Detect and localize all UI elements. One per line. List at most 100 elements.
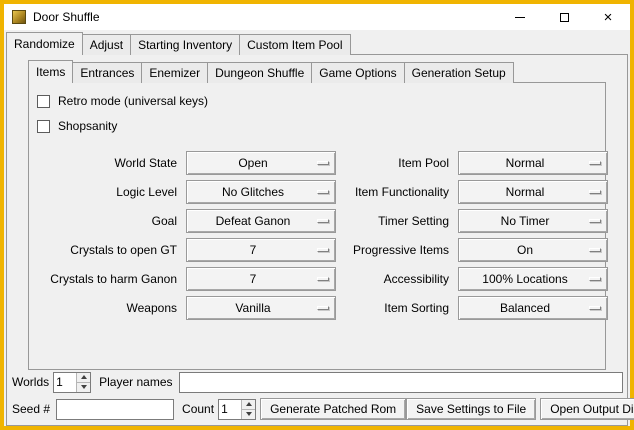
logic-level-label: Logic Level: [37, 180, 177, 204]
count-input[interactable]: [219, 400, 241, 419]
crystals-harm-ganon-value: 7: [250, 272, 257, 286]
dropdown-indicator-icon: [589, 248, 601, 252]
generate-patched-rom-button[interactable]: Generate Patched Rom: [260, 398, 406, 420]
count-decrement-button[interactable]: [242, 409, 255, 419]
tab-dungeon-shuffle[interactable]: Dungeon Shuffle: [207, 62, 312, 83]
worlds-label: Worlds: [12, 375, 49, 389]
items-pane: Retro mode (universal keys) Shopsanity W…: [28, 82, 606, 370]
worlds-spinbox[interactable]: [53, 372, 91, 393]
item-pool-value: Normal: [506, 156, 545, 170]
dropdown-indicator-icon: [317, 190, 329, 194]
accessibility-dropdown[interactable]: 100% Locations: [458, 267, 608, 291]
shopsanity-checkbox-box[interactable]: [37, 120, 50, 133]
dropdown-indicator-icon: [317, 248, 329, 252]
dropdown-indicator-icon: [589, 219, 601, 223]
item-sorting-value: Balanced: [500, 301, 550, 315]
retro-mode-label: Retro mode (universal keys): [58, 94, 208, 108]
tab-randomize[interactable]: Randomize: [6, 32, 83, 55]
dropdown-indicator-icon: [317, 306, 329, 310]
tab-enemizer[interactable]: Enemizer: [141, 62, 208, 83]
minimize-button[interactable]: [498, 4, 542, 30]
accessibility-label: Accessibility: [345, 267, 449, 291]
up-arrow-icon: [246, 402, 252, 406]
weapons-dropdown[interactable]: Vanilla: [186, 296, 336, 320]
crystals-open-gt-dropdown[interactable]: 7: [186, 238, 336, 262]
option-grid: World State Open Item Pool Normal Logic …: [37, 151, 599, 320]
dropdown-indicator-icon: [317, 277, 329, 281]
count-spinbox[interactable]: [218, 399, 256, 420]
retro-mode-checkbox-box[interactable]: [37, 95, 50, 108]
weapons-label: Weapons: [37, 296, 177, 320]
player-names-label: Player names: [99, 375, 172, 389]
worlds-increment-button[interactable]: [77, 373, 90, 382]
goal-dropdown[interactable]: Defeat Ganon: [186, 209, 336, 233]
tab-items[interactable]: Items: [28, 60, 73, 83]
tab-custom-item-pool[interactable]: Custom Item Pool: [239, 34, 350, 55]
minimize-icon: [515, 17, 525, 18]
tab-starting-inventory[interactable]: Starting Inventory: [130, 34, 240, 55]
dropdown-indicator-icon: [317, 219, 329, 223]
checkbox-shopsanity[interactable]: Shopsanity: [37, 117, 599, 135]
checkbox-retro-mode[interactable]: Retro mode (universal keys): [37, 92, 599, 110]
window-title: Door Shuffle: [33, 10, 100, 24]
item-functionality-dropdown[interactable]: Normal: [458, 180, 608, 204]
dropdown-indicator-icon: [589, 190, 601, 194]
crystals-open-gt-value: 7: [250, 243, 257, 257]
item-functionality-value: Normal: [506, 185, 545, 199]
accessibility-value: 100% Locations: [482, 272, 567, 286]
world-state-dropdown[interactable]: Open: [186, 151, 336, 175]
bottom-row-1: Worlds Player names: [12, 371, 623, 393]
count-increment-button[interactable]: [242, 400, 255, 409]
close-button[interactable]: ×: [586, 4, 630, 30]
player-names-input[interactable]: [179, 372, 624, 393]
progressive-items-dropdown[interactable]: On: [458, 238, 608, 262]
titlebar[interactable]: Door Shuffle ×: [4, 4, 630, 30]
crystals-harm-ganon-label: Crystals to harm Ganon: [37, 267, 177, 291]
seed-input[interactable]: [56, 399, 174, 420]
item-functionality-label: Item Functionality: [345, 180, 449, 204]
goal-label: Goal: [37, 209, 177, 233]
tab-generation-setup[interactable]: Generation Setup: [404, 62, 514, 83]
down-arrow-icon: [81, 385, 87, 389]
item-sorting-label: Item Sorting: [345, 296, 449, 320]
dropdown-indicator-icon: [589, 161, 601, 165]
randomize-pane: Items Entrances Enemizer Dungeon Shuffle…: [6, 54, 628, 426]
outer-tab-bar: Randomize Adjust Starting Inventory Cust…: [6, 32, 628, 55]
item-pool-dropdown[interactable]: Normal: [458, 151, 608, 175]
worlds-decrement-button[interactable]: [77, 382, 90, 392]
timer-setting-value: No Timer: [501, 214, 550, 228]
dropdown-indicator-icon: [317, 161, 329, 165]
timer-setting-dropdown[interactable]: No Timer: [458, 209, 608, 233]
weapons-value: Vanilla: [235, 301, 270, 315]
tab-adjust[interactable]: Adjust: [82, 34, 131, 55]
bottom-bar: Worlds Player names Seed # Count: [7, 371, 627, 425]
logic-level-dropdown[interactable]: No Glitches: [186, 180, 336, 204]
inner-tab-bar: Items Entrances Enemizer Dungeon Shuffle…: [28, 60, 606, 83]
close-icon: ×: [604, 10, 613, 25]
timer-setting-label: Timer Setting: [345, 209, 449, 233]
tab-entrances[interactable]: Entrances: [72, 62, 142, 83]
progressive-items-label: Progressive Items: [345, 238, 449, 262]
inner-notebook: Items Entrances Enemizer Dungeon Shuffle…: [28, 60, 606, 370]
tab-game-options[interactable]: Game Options: [311, 62, 404, 83]
seed-label: Seed #: [12, 402, 50, 416]
worlds-input[interactable]: [54, 373, 76, 392]
item-pool-label: Item Pool: [345, 151, 449, 175]
dropdown-indicator-icon: [589, 306, 601, 310]
shopsanity-label: Shopsanity: [58, 119, 117, 133]
dropdown-indicator-icon: [589, 277, 601, 281]
goal-value: Defeat Ganon: [216, 214, 291, 228]
maximize-icon: [560, 13, 569, 22]
progressive-items-value: On: [517, 243, 533, 257]
window-content: Randomize Adjust Starting Inventory Cust…: [4, 30, 630, 426]
open-output-directory-button[interactable]: Open Output Directory: [540, 398, 634, 420]
app-icon: [12, 10, 26, 24]
crystals-harm-ganon-dropdown[interactable]: 7: [186, 267, 336, 291]
count-label: Count: [182, 402, 214, 416]
save-settings-button[interactable]: Save Settings to File: [406, 398, 536, 420]
world-state-value: Open: [238, 156, 267, 170]
up-arrow-icon: [81, 375, 87, 379]
world-state-label: World State: [37, 151, 177, 175]
item-sorting-dropdown[interactable]: Balanced: [458, 296, 608, 320]
maximize-button[interactable]: [542, 4, 586, 30]
